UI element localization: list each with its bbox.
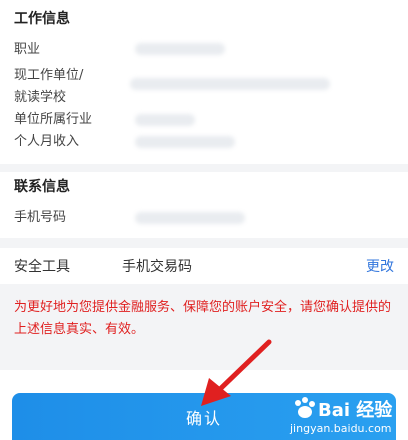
watermark-brand: Bai 经验 xyxy=(318,400,393,421)
baidu-paw-icon xyxy=(295,397,315,418)
phone-label: 手机号码 xyxy=(14,210,67,225)
notice-text: 为更好地为您提供金融服务、保障您的账户安全，请您确认提供的上述信息真实、有效。 xyxy=(14,300,392,337)
industry-label: 单位所属行业 xyxy=(14,112,93,127)
income-value-blurred[interactable] xyxy=(135,136,235,148)
annotation-arrow-icon xyxy=(201,339,272,406)
occupation-label: 职业 xyxy=(14,42,41,57)
employer-value-blurred[interactable] xyxy=(130,78,330,90)
work-info-title: 工作信息 xyxy=(14,11,70,27)
employer-label-line2: 就读学校 xyxy=(14,90,67,105)
security-tool-label: 安全工具 xyxy=(14,259,70,275)
change-link[interactable]: 更改 xyxy=(366,256,394,276)
income-label: 个人月收入 xyxy=(14,134,80,149)
security-tool-value: 手机交易码 xyxy=(122,259,192,275)
industry-value-blurred[interactable] xyxy=(135,114,195,126)
employer-label-line1: 现工作单位/ xyxy=(14,68,84,83)
phone-value-blurred[interactable] xyxy=(135,212,245,224)
contact-info-title: 联系信息 xyxy=(14,179,70,195)
section-divider xyxy=(0,164,408,172)
security-tool-row: 安全工具 手机交易码 更改 xyxy=(0,248,408,284)
watermark: Bai 经验 jingyan.baidu.com xyxy=(290,394,400,438)
occupation-value-blurred[interactable] xyxy=(135,43,225,55)
watermark-url: jingyan.baidu.com xyxy=(290,422,392,435)
section-divider xyxy=(0,238,408,248)
